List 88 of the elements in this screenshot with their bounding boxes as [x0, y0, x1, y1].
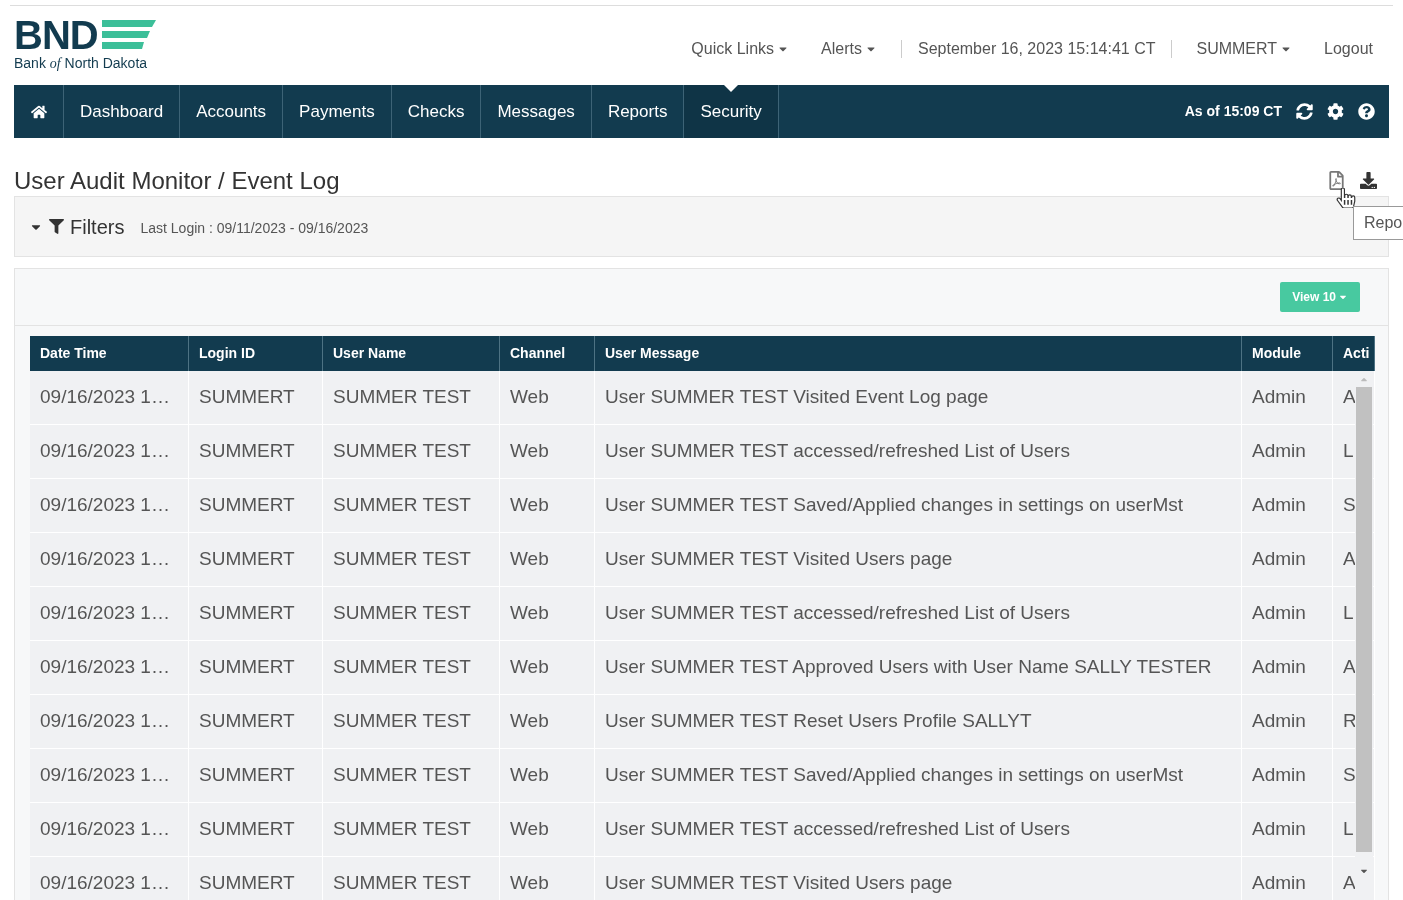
table-cell: 09/16/2023 1…	[30, 587, 189, 640]
table-cell: User SUMMER TEST Visited Users page	[595, 857, 1242, 900]
table-cell: SUMMERT	[189, 425, 323, 478]
table-cell: Admin	[1242, 695, 1333, 748]
table-cell: SUMMER TEST	[323, 695, 500, 748]
table-cell: Web	[500, 857, 595, 900]
table-cell: Web	[500, 641, 595, 694]
table-cell: Admin	[1242, 857, 1333, 900]
nav-tab[interactable]: Security	[684, 85, 779, 138]
download-icon[interactable]	[1360, 172, 1377, 189]
top-link[interactable]: September 16, 2023 15:14:41 CT	[909, 37, 1164, 61]
page-title: User Audit Monitor / Event Log	[14, 166, 340, 196]
nav-tab[interactable]: Checks	[391, 85, 482, 138]
table-cell: SUMMER TEST	[323, 857, 500, 900]
table-cell: Admin	[1242, 425, 1333, 478]
table-cell: 09/16/2023 1…	[30, 425, 189, 478]
table-cell: User SUMMER TEST Saved/Applied changes in settings on userMst	[595, 479, 1242, 532]
help-icon[interactable]	[1358, 103, 1375, 120]
table-cell: SUMMER TEST	[323, 641, 500, 694]
home-icon	[30, 103, 47, 120]
table-cell: Web	[500, 479, 595, 532]
table-cell: User SUMMER TEST accessed/refreshed List of Users	[595, 803, 1242, 856]
table-cell: SUMMERT	[189, 479, 323, 532]
table-cell: User SUMMER TEST Approved Users with User Name SALLY TESTER	[595, 641, 1242, 694]
table-cell: SUMMER TEST	[323, 533, 500, 586]
table-cell: User SUMMER TEST Visited Event Log page	[595, 371, 1242, 424]
scrollbar-thumb[interactable]	[1356, 387, 1372, 852]
tooltip: Repo	[1353, 206, 1403, 240]
top-link[interactable]: Quick Links	[675, 37, 806, 61]
refresh-icon[interactable]	[1296, 103, 1313, 120]
table-cell: SUMMERT	[189, 533, 323, 586]
table-cell: 09/16/2023 1…	[30, 749, 189, 802]
logo-subtitle: Bank of North Dakota	[14, 54, 149, 72]
table-cell: User SUMMER TEST Visited Users page	[595, 533, 1242, 586]
table-cell: Web	[500, 533, 595, 586]
top-link[interactable]: Alerts	[805, 37, 893, 61]
table-cell: SUMMER TEST	[323, 803, 500, 856]
table-cell: Web	[500, 803, 595, 856]
nav-tab[interactable]: Messages	[481, 85, 592, 138]
filters-toggle[interactable]: Filters	[29, 211, 125, 242]
table-cell: Web	[500, 749, 595, 802]
settings-icon[interactable]	[1327, 103, 1344, 120]
table-cell: SUMMERT	[189, 371, 323, 424]
top-link[interactable]: Logout	[1308, 37, 1389, 61]
as-of-time: As of 15:09 CT	[1184, 102, 1282, 121]
table-cell: 09/16/2023 1…	[30, 371, 189, 424]
nav-tab[interactable]: Dashboard	[64, 85, 181, 138]
table-cell: SUMMERT	[189, 641, 323, 694]
table-cell: Web	[500, 371, 595, 424]
table-cell: SUMMERT	[189, 803, 323, 856]
table-cell: User SUMMER TEST accessed/refreshed List of Users	[595, 587, 1242, 640]
table-cell: SUMMERT	[189, 695, 323, 748]
nav-tab[interactable]: Accounts	[180, 85, 284, 138]
table-cell: SUMMERT	[189, 587, 323, 640]
table-cell: Admin	[1242, 803, 1333, 856]
table-cell: SUMMERT	[189, 749, 323, 802]
table-cell: 09/16/2023 1…	[30, 695, 189, 748]
table-cell: User SUMMER TEST Saved/Applied changes in settings on userMst	[595, 749, 1242, 802]
active-indicator-icon	[724, 85, 739, 92]
top-link[interactable]: SUMMERT	[1180, 37, 1309, 61]
pdf-icon[interactable]	[1327, 171, 1346, 190]
table-cell: Admin	[1242, 371, 1333, 424]
table-cell: Web	[500, 587, 595, 640]
filter-icon	[49, 219, 64, 234]
table-cell: 09/16/2023 1…	[30, 479, 189, 532]
logo-wordmark: BND	[14, 14, 98, 55]
table-cell: Admin	[1242, 533, 1333, 586]
table-cell: SUMMER TEST	[323, 479, 500, 532]
table-cell: User SUMMER TEST accessed/refreshed List of Users	[595, 425, 1242, 478]
nav-tab[interactable]: Payments	[283, 85, 392, 138]
table-cell: 09/16/2023 1…	[30, 641, 189, 694]
filters-summary: Last Login : 09/11/2023 - 09/16/2023	[140, 219, 369, 238]
table-cell: User SUMMER TEST Reset Users Profile SALLYT	[595, 695, 1242, 748]
table-cell: SUMMER TEST	[323, 371, 500, 424]
table-cell: SUMMER TEST	[323, 749, 500, 802]
table-cell: Admin	[1242, 587, 1333, 640]
table-cell: Web	[500, 425, 595, 478]
table-cell: SUMMER TEST	[323, 425, 500, 478]
logo-stripes-icon	[101, 17, 156, 52]
table-cell: SUMMER TEST	[323, 587, 500, 640]
table-cell: Web	[500, 695, 595, 748]
table-cell: Admin	[1242, 479, 1333, 532]
table-cell: Admin	[1242, 641, 1333, 694]
table-cell: Admin	[1242, 749, 1333, 802]
table-cell: 09/16/2023 1…	[30, 803, 189, 856]
table-cell: 09/16/2023 1…	[30, 857, 189, 900]
table-cell: 09/16/2023 1…	[30, 533, 189, 586]
table-cell: SUMMERT	[189, 857, 323, 900]
